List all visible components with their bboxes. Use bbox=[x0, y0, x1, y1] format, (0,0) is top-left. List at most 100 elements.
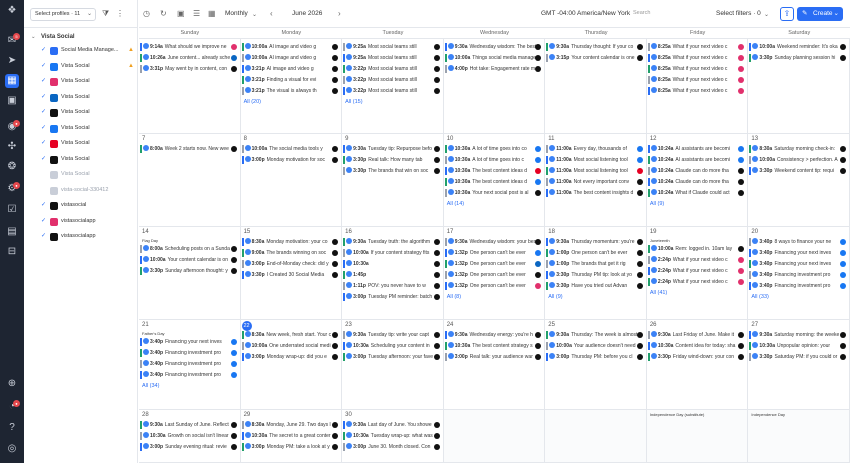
account-icon[interactable]: ◎ bbox=[5, 442, 19, 456]
scheduled-post[interactable]: 10:24a What if Claude could act bbox=[647, 189, 746, 197]
prev-month-icon[interactable]: ‹ bbox=[270, 9, 273, 18]
scheduled-post[interactable]: 9:30a Thursday: The week is almost bbox=[546, 331, 644, 339]
scheduled-post[interactable]: 3:30p Saturday PM: if you could or bbox=[749, 353, 847, 361]
scheduled-post[interactable]: 11:00a Most social listening tool bbox=[546, 156, 644, 164]
scheduled-post[interactable]: 3:00p End-of-Monday check: did y bbox=[241, 260, 340, 268]
scheduled-post[interactable]: 9:30a Wednesday energy: you're h bbox=[444, 331, 543, 339]
calendar-day[interactable]: 8 10:00a The social media tools y 3:00p Mond… bbox=[240, 134, 343, 227]
list-view-icon[interactable]: ☰ bbox=[193, 9, 200, 18]
profile-item[interactable]: ✓ vistasocialapp bbox=[24, 215, 138, 228]
scheduled-post[interactable]: 9:30a Thursday thought: If your co bbox=[546, 43, 644, 51]
scheduled-post[interactable]: 8:30a Monday, June 29. Two days l bbox=[241, 421, 340, 429]
calendar-day[interactable]: Independence Day (substitute) bbox=[646, 410, 749, 463]
scheduled-post[interactable]: 10:26a June content... already sche bbox=[140, 54, 238, 62]
scheduled-post[interactable]: 3:30p I Created 30 Social Media bbox=[241, 271, 340, 279]
calendar-day[interactable] bbox=[545, 410, 647, 463]
scheduled-post[interactable]: 3:15p Your content calendar is one bbox=[546, 54, 644, 62]
show-all-link[interactable]: All (33) bbox=[751, 294, 768, 300]
scheduled-post[interactable]: 9:25a Most social teams still bbox=[343, 43, 441, 51]
scheduled-post[interactable]: 8:00a Week 2 starts now. New wee bbox=[140, 145, 238, 153]
show-all-link[interactable]: All (34) bbox=[142, 383, 159, 389]
scheduled-post[interactable]: 10:24a Claude can do more tha bbox=[647, 178, 746, 186]
scheduled-post[interactable]: 3:00p Real talk: your audience war bbox=[444, 353, 543, 361]
scheduled-post[interactable]: 3:21p The visual is always th bbox=[241, 87, 340, 95]
scheduled-post[interactable]: 3:00p Monday PM: take a look at y bbox=[241, 443, 340, 451]
scheduled-post[interactable]: 9:30a Wednesday wisdom: your bes bbox=[444, 238, 543, 246]
scheduled-post[interactable]: 3:00p Tuesday PM reminder: batch bbox=[343, 293, 441, 301]
scheduled-post[interactable]: 9:00a The brands winning on soc bbox=[241, 249, 340, 257]
scheduled-post[interactable]: 3:00p Monday wrap-up: did you e bbox=[241, 353, 340, 361]
profile-item[interactable]: Vista Social bbox=[24, 168, 138, 181]
scheduled-post[interactable]: 3:31p May went by in content, con bbox=[140, 65, 238, 73]
logo-icon[interactable]: ❖ bbox=[5, 4, 19, 18]
scheduled-post[interactable]: 9:30a Last day of June. You showe bbox=[343, 421, 441, 429]
show-all-link[interactable]: All (20) bbox=[244, 99, 261, 105]
scheduled-post[interactable]: 3:30p Friday wind-down: your con bbox=[647, 353, 746, 361]
profile-item[interactable]: ✓ Vista Social bbox=[24, 137, 138, 150]
scheduled-post[interactable]: 9:25a Most social teams still bbox=[343, 54, 441, 62]
profile-item[interactable]: ✓ Vista Social bbox=[24, 75, 138, 88]
more-icon[interactable]: ⋮ bbox=[116, 9, 124, 18]
scheduled-post[interactable]: 10:30a Unpopular opinion: your bbox=[749, 342, 847, 350]
chevron-down-icon[interactable]: ⌄ bbox=[31, 31, 36, 44]
scheduled-post[interactable]: 9:30a Tuesday truth: the algorithm bbox=[343, 238, 441, 246]
scheduled-post[interactable]: 2:24p What if your next video c bbox=[647, 267, 746, 275]
scheduled-post[interactable]: 10:30a Tuesday wrap-up: what was bbox=[343, 432, 441, 440]
scheduled-post[interactable]: 10:00a Rem: logged in. 10am lay bbox=[647, 245, 746, 253]
view-select[interactable]: Monthly bbox=[225, 10, 248, 17]
scheduled-post[interactable]: 10:00a One underrated social medi bbox=[241, 342, 340, 350]
scheduled-post[interactable]: 1:32p One person can't be ever bbox=[444, 282, 543, 290]
calendar-day[interactable]: 16 9:30a Tuesday truth: the algorithm 10:00… bbox=[342, 227, 444, 320]
filters-select[interactable]: Select filters · 0 bbox=[716, 10, 761, 17]
show-all-link[interactable]: All (9) bbox=[548, 294, 562, 300]
scheduled-post[interactable]: 8:30a Saturday morning check-in: bbox=[749, 145, 847, 153]
scheduled-post[interactable]: 3:30p Sunday planning session hi bbox=[749, 54, 847, 62]
calendar-day[interactable]: 20 3:40p 8 ways to finance your ne 3:40p Fin… bbox=[748, 227, 850, 320]
calendar-day[interactable]: 10:00a AI image and video g 10:00a AI image… bbox=[240, 39, 343, 134]
scheduled-post[interactable]: 1:32p One person can't be ever bbox=[444, 271, 543, 279]
check-icon[interactable]: ✓ bbox=[41, 199, 46, 212]
show-all-link[interactable]: All (9) bbox=[650, 201, 664, 207]
calendar-day[interactable]: Independence Day bbox=[748, 410, 850, 463]
scheduled-post[interactable]: 10:00a Your audience doesn't need bbox=[546, 342, 644, 350]
publish-icon[interactable]: ➤ bbox=[5, 54, 19, 68]
scheduled-post[interactable]: 10:00a Consistency > perfection. A bbox=[749, 156, 847, 164]
scheduled-post[interactable]: 3:40p 8 ways to finance your ne bbox=[749, 238, 847, 246]
calendar-day[interactable]: 23 9:30a Tuesday tip: write your capt 10:30… bbox=[342, 320, 444, 410]
scheduled-post[interactable]: 8:25a What if your next video c bbox=[647, 54, 746, 62]
scheduled-post[interactable]: 3:00p Tuesday afternoon: your fave bbox=[343, 353, 441, 361]
scheduled-post[interactable]: 1:00p The brands that get it rig bbox=[546, 260, 644, 268]
timer-icon[interactable]: ◷ bbox=[143, 9, 150, 18]
scheduled-post[interactable]: 3:00p Monday motivation for soc bbox=[241, 156, 340, 164]
scheduled-post[interactable]: 10:30a The secret to a great conter bbox=[241, 432, 340, 440]
scheduled-post[interactable]: 10:24a AI assistants are becomi bbox=[647, 145, 746, 153]
scheduled-post[interactable]: 10:30a A lot of time goes into co bbox=[444, 145, 543, 153]
scheduled-post[interactable]: 3:30p The brands that win on soc bbox=[343, 167, 441, 175]
scheduled-post[interactable]: 8:25a What if your next video c bbox=[647, 76, 746, 84]
scheduled-post[interactable]: 10:00a The social media tools y bbox=[241, 145, 340, 153]
tasks-icon[interactable]: ☑ bbox=[5, 203, 19, 217]
scheduled-post[interactable]: 10:24a Claude can do more tha bbox=[647, 167, 746, 175]
calendar-day[interactable]: 15 8:30a Monday motivation: your co 9:00a Th… bbox=[240, 227, 343, 320]
calendar-day[interactable]: 14 Flag Day 8:00a Scheduling posts on a Sun… bbox=[139, 227, 241, 320]
calendar-day[interactable]: 11 11:00a Every day, thousands of 11:00a Mos… bbox=[545, 134, 647, 227]
scheduled-post[interactable]: 4:00p Hot take: Engagement rate m bbox=[444, 65, 543, 73]
scheduled-post[interactable]: 8:00a Scheduling posts on a Sunda bbox=[140, 245, 238, 253]
calendar-day[interactable]: 9 9:30a Tuesday tip: Repurpose befo 3:30p Re… bbox=[342, 134, 444, 227]
search-input[interactable]: Search bbox=[633, 10, 650, 16]
scheduled-post[interactable]: 1:00p One person can't be ever bbox=[546, 249, 644, 257]
refresh-icon[interactable]: ↻ bbox=[160, 9, 167, 18]
scheduled-post[interactable]: 8:30a New week, fresh start. Your c bbox=[241, 331, 340, 339]
calendar-day[interactable]: 25 9:30a Thursday: The week is almost 10:00… bbox=[545, 320, 647, 410]
create-button[interactable]: ✎ Create ⌄ bbox=[797, 7, 843, 21]
scheduled-post[interactable]: 3:40p Financing investment pro bbox=[749, 271, 847, 279]
calendar-day[interactable]: 9:30a Wednesday wisdom: The best 10:00a Thi… bbox=[443, 39, 546, 134]
show-all-link[interactable]: All (14) bbox=[447, 201, 464, 207]
calendar-day[interactable]: 19 Juneteenth 10:00a Rem: logged in. 10am l… bbox=[646, 227, 749, 320]
scheduled-post[interactable]: 8:25a What if your next video c bbox=[647, 65, 746, 73]
scheduled-post[interactable]: 3:30p Sunday afternoon thought: y bbox=[140, 267, 238, 275]
upload-button[interactable]: ⇪ bbox=[780, 7, 794, 21]
scheduled-post[interactable]: 1:32p One person can't be ever bbox=[444, 249, 543, 257]
check-icon[interactable]: ✓ bbox=[41, 44, 46, 57]
scheduled-post[interactable]: 11:00a Not every important conv bbox=[546, 178, 644, 186]
